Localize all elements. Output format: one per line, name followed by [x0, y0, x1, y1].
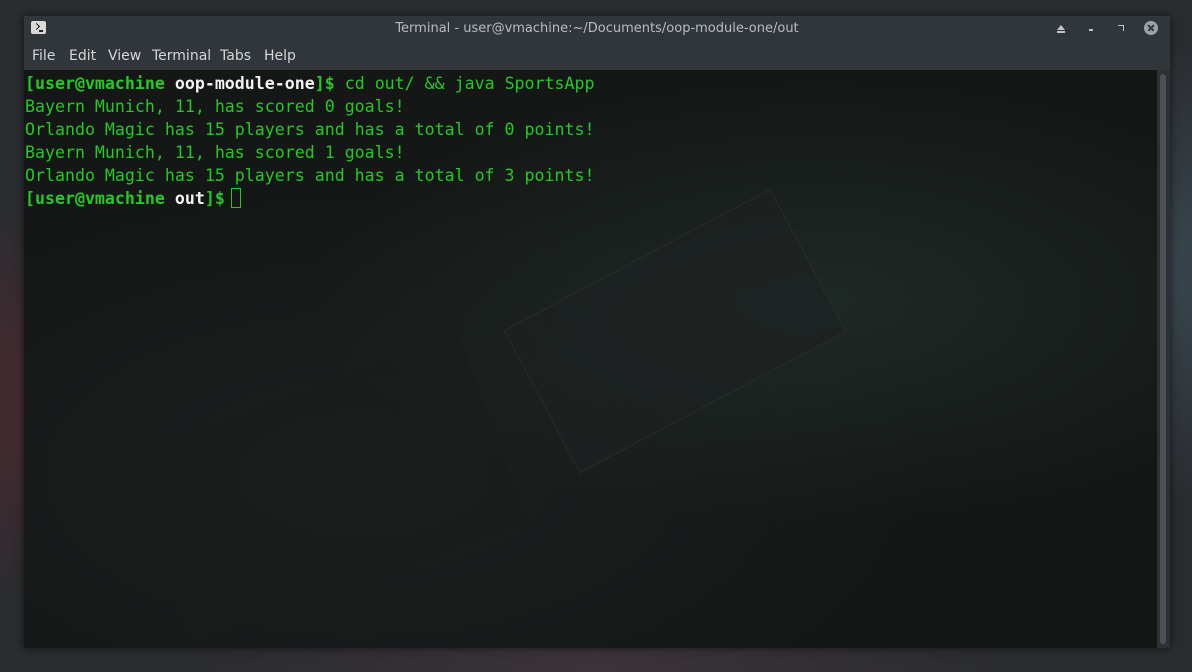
background-image-shape	[120, 334, 528, 646]
scrollbar-thumb[interactable]	[1160, 74, 1166, 644]
terminal-line-command: [user@vmachine oop-module-one]$ cd out/ …	[25, 72, 594, 95]
text-cursor	[230, 188, 241, 208]
prompt-symbol: ]$	[314, 74, 345, 93]
terminal-output-area[interactable]: [user@vmachine oop-module-one]$ cd out/ …	[24, 70, 1157, 648]
menu-tabs[interactable]: Tabs	[220, 48, 251, 64]
menu-terminal[interactable]: Terminal	[152, 48, 211, 64]
window-title: Terminal - user@vmachine:~/Documents/oop…	[395, 21, 799, 36]
menu-file[interactable]: File	[32, 48, 55, 64]
menu-bar: File Edit View Terminal Tabs Help	[24, 42, 1170, 70]
keep-above-icon[interactable]	[1053, 20, 1069, 36]
prompt-user-host: [user@vmachine	[25, 189, 175, 208]
terminal-output-line: Bayern Munich, 11, has scored 1 goals!	[25, 143, 405, 162]
menu-edit[interactable]: Edit	[69, 48, 96, 64]
terminal-output-line: Bayern Munich, 11, has scored 0 goals!	[25, 97, 405, 116]
terminal-output-line: Orlando Magic has 15 players and has a t…	[25, 166, 595, 185]
prompt-user-host: [user@vmachine	[25, 74, 175, 93]
title-bar[interactable]: Terminal - user@vmachine:~/Documents/oop…	[24, 16, 1170, 42]
prompt-directory: out	[174, 189, 205, 208]
terminal-window: Terminal - user@vmachine:~/Documents/oop…	[24, 16, 1170, 648]
terminal-line-prompt: [user@vmachine out]$	[25, 187, 241, 210]
menu-help[interactable]: Help	[264, 48, 296, 64]
menu-view[interactable]: View	[108, 48, 141, 64]
prompt-symbol: ]$	[204, 189, 225, 208]
terminal-output-line: Orlando Magic has 15 players and has a t…	[25, 120, 595, 139]
close-icon[interactable]	[1144, 21, 1158, 35]
background-image-chip	[503, 188, 847, 474]
maximize-icon[interactable]	[1113, 20, 1129, 36]
command-text: cd out/ && java SportsApp	[344, 74, 595, 93]
minimize-icon[interactable]	[1083, 20, 1099, 36]
vertical-scrollbar[interactable]	[1157, 70, 1170, 648]
prompt-directory: oop-module-one	[174, 74, 315, 93]
